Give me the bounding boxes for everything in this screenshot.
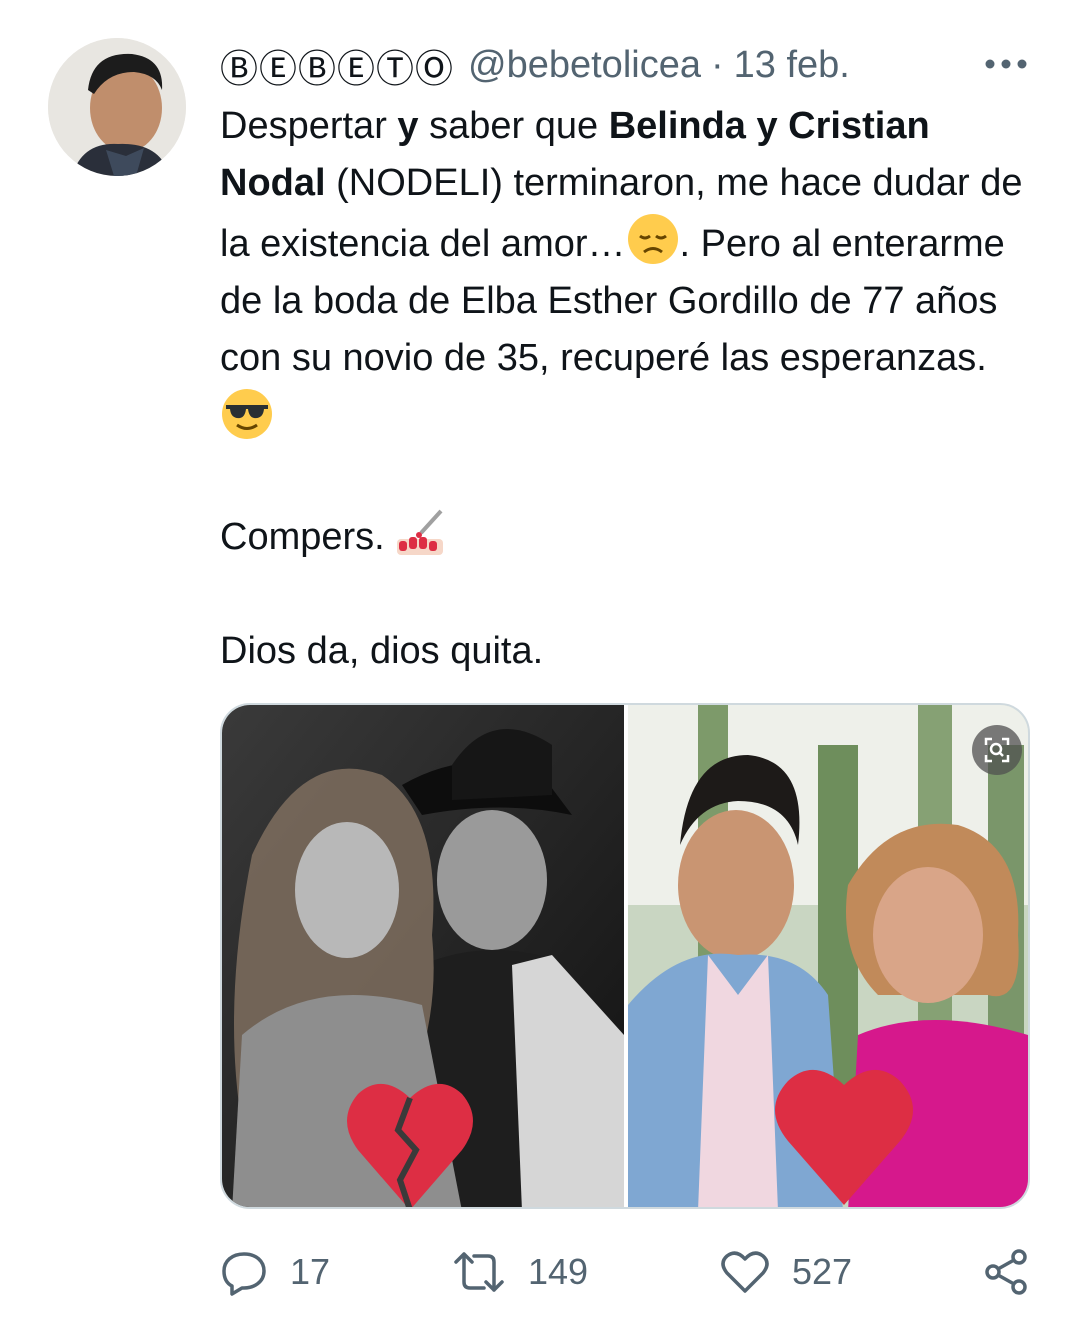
- share-icon: [985, 1249, 1027, 1295]
- media-photo-left[interactable]: [222, 705, 624, 1207]
- image-search-button[interactable]: [972, 725, 1022, 775]
- tweet-media[interactable]: [220, 703, 1030, 1209]
- tweet-text: Despertar y saber que Belinda y Cristian…: [220, 98, 1040, 680]
- more-horizontal-icon: [985, 59, 1027, 69]
- sunglasses-face-emoji: [222, 389, 272, 439]
- header-separator: ·: [710, 43, 724, 86]
- share-button[interactable]: [982, 1240, 1030, 1304]
- bold-text-run: y: [397, 105, 419, 147]
- avatar[interactable]: [48, 38, 186, 176]
- reply-button[interactable]: 17: [220, 1240, 330, 1304]
- tweet-paragraph-1: Despertar y saber que Belinda y Cristian…: [220, 98, 1040, 448]
- tweet-actions: 17 149 527: [220, 1240, 1040, 1304]
- reply-count: 17: [290, 1251, 331, 1292]
- disappointed-face-emoji: [627, 214, 678, 264]
- avatar-photo: [48, 38, 186, 176]
- text-run: saber que: [418, 105, 609, 147]
- media-photo-right[interactable]: [628, 705, 1028, 1207]
- display-name[interactable]: ⒷⒺⒷⒺⓉⓄ: [220, 38, 454, 93]
- reply-icon: [222, 1252, 266, 1296]
- tweet-paragraph-2: Compers.: [220, 505, 1040, 566]
- tweet-date[interactable]: 13 feb.: [734, 44, 850, 87]
- focus-scan-icon: [984, 737, 1010, 763]
- retweet-icon: [454, 1252, 504, 1292]
- like-count: 527: [792, 1251, 853, 1292]
- more-options-button[interactable]: [978, 40, 1034, 88]
- like-button[interactable]: 527: [720, 1240, 852, 1304]
- tweet-paragraph-3: Dios da, dios quita.: [220, 630, 544, 672]
- heart-outline-icon: [721, 1251, 769, 1293]
- tweet-header: ⒷⒺⒷⒺⓉⓄ @bebetolicea · 13 feb.: [220, 38, 1040, 92]
- color-couple-photo: [628, 705, 1028, 1207]
- retweet-count: 149: [528, 1251, 589, 1292]
- retweet-button[interactable]: 149: [452, 1240, 588, 1304]
- user-handle[interactable]: @bebetolicea: [468, 44, 701, 87]
- bw-couple-photo: [222, 705, 624, 1207]
- text-run: Despertar: [220, 105, 398, 147]
- text-run: Compers.: [220, 516, 396, 558]
- nail-polish-emoji: [397, 509, 444, 555]
